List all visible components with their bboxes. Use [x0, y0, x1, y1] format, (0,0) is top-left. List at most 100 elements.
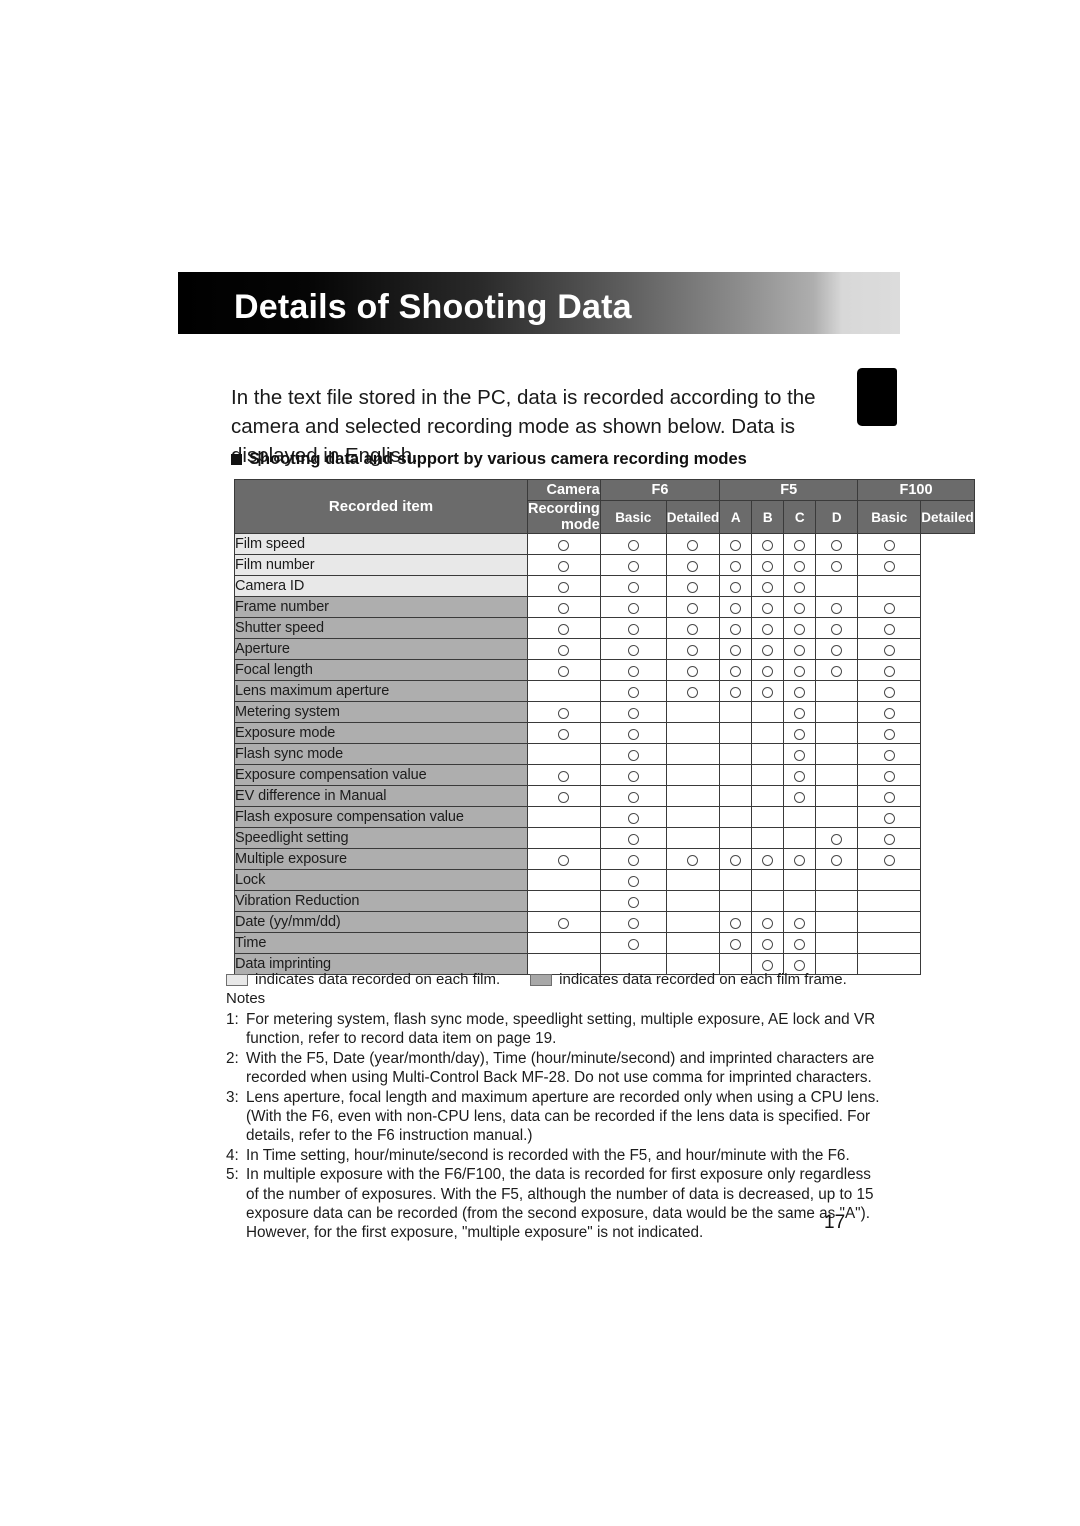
- cell-supported: [783, 680, 817, 702]
- table-row: EV difference in Manual: [234, 785, 975, 807]
- circle-supported-icon: [794, 623, 806, 635]
- circle-supported-icon: [762, 854, 774, 866]
- circle-supported-icon: [831, 623, 843, 635]
- table-row: Shutter speed: [234, 617, 975, 639]
- note-number: 3:: [226, 1088, 239, 1106]
- cell-supported: [857, 638, 922, 660]
- cell-supported: [783, 638, 817, 660]
- cell-supported: [599, 617, 667, 639]
- circle-supported-icon: [687, 686, 699, 698]
- circle-supported-icon: [730, 938, 742, 950]
- cell-empty: [719, 764, 753, 786]
- table-row: Exposure compensation value: [234, 764, 975, 786]
- cell-supported: [751, 596, 785, 618]
- circle-supported-icon: [762, 644, 774, 656]
- cell-empty: [665, 827, 721, 849]
- cell-empty: [751, 764, 785, 786]
- cell-supported: [527, 848, 601, 870]
- circle-supported-icon: [558, 791, 570, 803]
- circle-supported-icon: [627, 854, 639, 866]
- cell-empty: [815, 743, 859, 765]
- circle-supported-icon: [687, 602, 699, 614]
- circle-supported-icon: [883, 791, 895, 803]
- cell-empty: [783, 869, 817, 891]
- circle-supported-icon: [831, 833, 843, 845]
- cell-supported: [857, 827, 922, 849]
- cell-supported: [751, 554, 785, 576]
- table-row: Frame number: [234, 596, 975, 618]
- row-label: Lens maximum aperture: [234, 680, 528, 702]
- section-heading: Shooting data and support by various cam…: [231, 450, 747, 469]
- cell-supported: [719, 911, 753, 933]
- cell-supported: [527, 575, 601, 597]
- cell-empty: [783, 890, 817, 912]
- cell-empty: [527, 827, 601, 849]
- col-header-f5-b: B: [751, 500, 785, 534]
- cell-empty: [815, 575, 859, 597]
- table-row: Date (yy/mm/dd): [234, 911, 975, 933]
- cell-supported: [599, 806, 667, 828]
- cell-supported: [783, 911, 817, 933]
- cell-supported: [599, 764, 667, 786]
- cell-empty: [857, 890, 922, 912]
- circle-supported-icon: [883, 749, 895, 761]
- cell-supported: [815, 638, 859, 660]
- cell-empty: [719, 890, 753, 912]
- page-title: Details of Shooting Data: [234, 288, 632, 326]
- note-text: For metering system, flash sync mode, sp…: [246, 1011, 876, 1048]
- circle-supported-icon: [627, 644, 639, 656]
- cell-supported: [857, 659, 922, 681]
- col-header-f100-basic: Basic: [857, 500, 922, 534]
- cell-supported: [783, 617, 817, 639]
- cell-supported: [719, 638, 753, 660]
- circle-supported-icon: [794, 581, 806, 593]
- cell-supported: [527, 533, 601, 555]
- row-label: Metering system: [234, 701, 528, 723]
- cell-supported: [815, 617, 859, 639]
- note-item: 5: In multiple exposure with the F6/F100,…: [226, 1165, 886, 1243]
- cell-supported: [599, 785, 667, 807]
- circle-supported-icon: [627, 665, 639, 677]
- note-number: 1:: [226, 1011, 239, 1028]
- circle-supported-icon: [627, 623, 639, 635]
- cell-supported: [599, 848, 667, 870]
- row-label: Speedlight setting: [234, 827, 528, 849]
- legend: indicates data recorded on each film. in…: [226, 971, 847, 988]
- cell-supported: [783, 701, 817, 723]
- cell-supported: [527, 722, 601, 744]
- cell-supported: [815, 848, 859, 870]
- cell-empty: [783, 806, 817, 828]
- cell-supported: [751, 638, 785, 660]
- row-label: Film speed: [234, 533, 528, 555]
- table-row: Time: [234, 932, 975, 954]
- cell-supported: [815, 533, 859, 555]
- circle-supported-icon: [627, 833, 639, 845]
- col-header-f5-c: C: [783, 500, 817, 534]
- note-text: Lens aperture, focal length and maximum …: [246, 1088, 880, 1145]
- cell-empty: [751, 890, 785, 912]
- table-row: Exposure mode: [234, 722, 975, 744]
- cell-supported: [751, 932, 785, 954]
- cell-supported: [719, 554, 753, 576]
- circle-supported-icon: [762, 560, 774, 572]
- circle-supported-icon: [883, 539, 895, 551]
- cell-supported: [599, 575, 667, 597]
- row-label: Camera ID: [234, 575, 528, 597]
- cell-supported: [527, 764, 601, 786]
- row-label: Date (yy/mm/dd): [234, 911, 528, 933]
- circle-supported-icon: [831, 560, 843, 572]
- cell-supported: [665, 596, 721, 618]
- cell-empty: [719, 785, 753, 807]
- legend-film-text: indicates data recorded on each film.: [255, 971, 501, 988]
- cell-supported: [783, 848, 817, 870]
- cell-supported: [815, 659, 859, 681]
- cell-supported: [527, 701, 601, 723]
- circle-supported-icon: [558, 854, 570, 866]
- cell-supported: [719, 932, 753, 954]
- circle-supported-icon: [558, 539, 570, 551]
- circle-supported-icon: [687, 539, 699, 551]
- circle-supported-icon: [558, 644, 570, 656]
- circle-supported-icon: [558, 665, 570, 677]
- circle-supported-icon: [883, 770, 895, 782]
- circle-supported-icon: [762, 917, 774, 929]
